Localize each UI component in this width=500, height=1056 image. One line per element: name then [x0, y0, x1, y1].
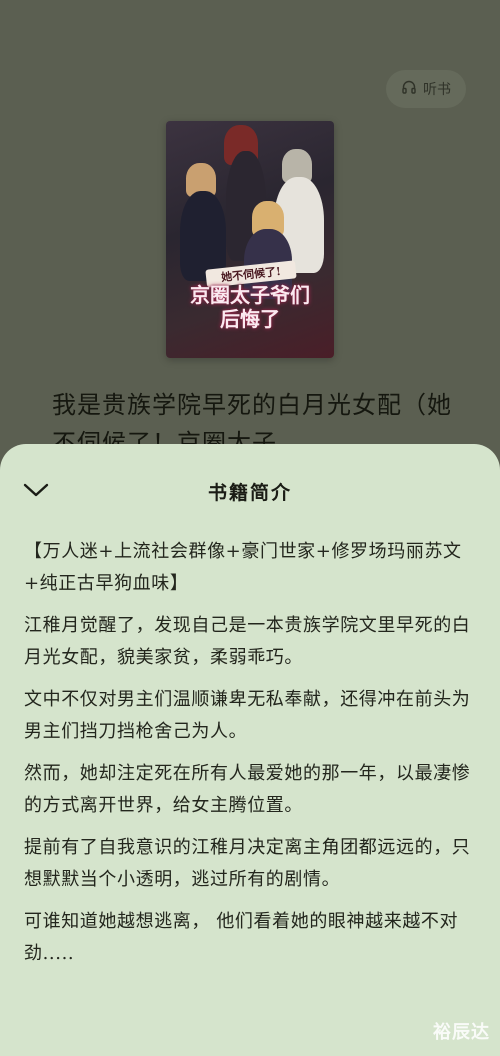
sheet-title: 书籍简介	[207, 482, 292, 504]
book-intro-sheet: 书籍简介 【万人迷+上流社会群像+豪门世家+修罗场玛丽苏文+纯正古早狗血味】 江…	[0, 444, 500, 1056]
watermark: 裕辰达	[433, 1022, 490, 1043]
intro-paragraph: 可谁知道她越想逃离， 他们看着她的眼神越来越不对劲.....	[24, 911, 459, 964]
intro-paragraph: 江稚月觉醒了，发现自己是一本贵族学院文里早死的白月光女配，貌美家贫，柔弱乖巧。	[24, 615, 471, 668]
intro-paragraph: 【万人迷+上流社会群像+豪门世家+修罗场玛丽苏文+纯正古早狗血味】	[24, 541, 462, 594]
intro-paragraph: 文中不仅对男主们温顺谦卑无私奉献，还得冲在前头为男主们挡刀挡枪舍己为人。	[24, 689, 471, 742]
cover-title: 京圈太子爷们 后悔了	[190, 283, 310, 331]
listen-button[interactable]: 听书	[386, 70, 466, 108]
book-cover[interactable]: 她不伺候了! 京圈太子爷们 后悔了	[166, 121, 334, 358]
sheet-header: 书籍简介	[0, 444, 500, 532]
listen-label: 听书	[423, 82, 451, 98]
intro-paragraph: 然而，她却注定死在所有人最爱她的那一年，以最凄惨的方式离开世界，给女主腾位置。	[24, 763, 471, 816]
intro-paragraph: 提前有了自我意识的江稚月决定离主角团都远远的，只想默默当个小透明，逃过所有的剧情…	[24, 837, 471, 890]
intro-text: 【万人迷+上流社会群像+豪门世家+修罗场玛丽苏文+纯正古早狗血味】 江稚月觉醒了…	[24, 536, 480, 980]
headphones-icon	[401, 79, 417, 99]
